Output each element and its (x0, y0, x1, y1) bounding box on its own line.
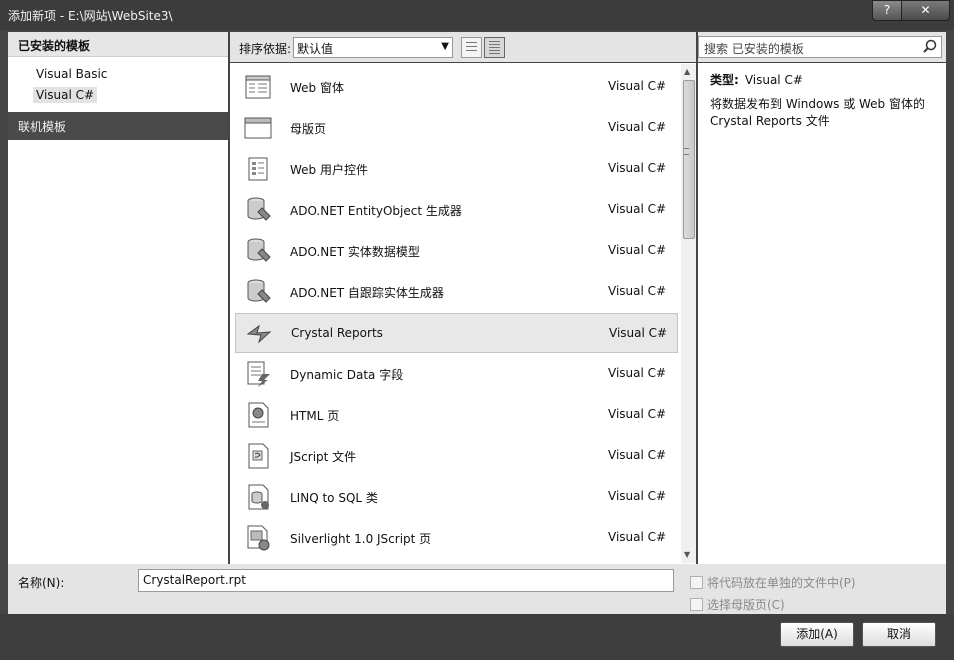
template-item-dynamic-data[interactable]: Dynamic Data 字段 Visual C# (235, 354, 678, 394)
template-item-ado-entity-data-model[interactable]: ADO.NET 实体数据模型 Visual C# (235, 231, 678, 271)
user-control-icon (248, 157, 268, 181)
template-list-scrollbar[interactable]: ▲ ▼ (681, 64, 696, 563)
cancel-button[interactable]: 取消 (862, 622, 936, 647)
jscript-file-icon (248, 443, 269, 469)
chevron-down-icon: ▼ (441, 41, 449, 52)
linq-to-sql-icon (248, 484, 269, 510)
scroll-up-icon[interactable]: ▲ (684, 67, 690, 76)
name-field[interactable]: CrystalReport.rpt (138, 569, 674, 592)
template-name: Web 窗体 (290, 81, 344, 95)
search-placeholder: 搜索 已安装的模板 (704, 42, 804, 56)
database-icon (247, 238, 271, 262)
template-language: Visual C# (608, 284, 667, 298)
description-text: 将数据发布到 Windows 或 Web 窗体的 Crystal Reports… (710, 97, 925, 128)
template-name: ADO.NET 自跟踪实体生成器 (290, 286, 444, 300)
template-language: Visual C# (608, 79, 667, 93)
template-name: Dynamic Data 字段 (290, 368, 404, 382)
template-name: Silverlight 1.0 JScript 页 (290, 532, 432, 546)
template-language: Visual C# (608, 243, 667, 257)
template-name: HTML 页 (290, 409, 340, 423)
template-name: ADO.NET EntityObject 生成器 (290, 204, 462, 218)
name-field-value: CrystalReport.rpt (143, 573, 246, 587)
template-categories-panel: 已安装的模板 Visual Basic Visual C# 联机模板 (8, 32, 228, 564)
separate-file-checkbox[interactable]: 将代码放在单独的文件中(P) (690, 574, 856, 591)
template-item-ado-entityobject[interactable]: ADO.NET EntityObject 生成器 Visual C# (235, 190, 678, 230)
template-language: Visual C# (608, 202, 667, 216)
name-area: 名称(N): CrystalReport.rpt 将代码放在单独的文件中(P) … (8, 564, 946, 614)
sidebar-item-visual-basic[interactable]: Visual Basic (36, 67, 107, 81)
template-name: 母版页 (290, 122, 327, 136)
type-value: Visual C# (744, 73, 803, 87)
list-view-button[interactable] (484, 37, 505, 58)
master-page-checkbox[interactable]: 选择母版页(C) (690, 596, 785, 613)
sort-dropdown-value: 默认值 (297, 42, 334, 56)
add-new-item-dialog: 添加新项 - E:\网站\WebSite3\ ? ✕ 已安装的模板 Visual… (0, 0, 954, 660)
template-item-ado-self-tracking[interactable]: ADO.NET 自跟踪实体生成器 Visual C# (235, 272, 678, 312)
checkbox-box[interactable] (690, 598, 703, 611)
template-item-web-user-control[interactable]: Web 用户控件 Visual C# (235, 149, 678, 189)
template-language: Visual C# (608, 120, 667, 134)
template-language: Visual C# (608, 489, 667, 503)
crystal-reports-icon (246, 324, 272, 344)
template-language: Visual C# (608, 407, 667, 421)
sidebar-item-visual-csharp[interactable]: Visual C# (33, 87, 98, 103)
template-list: Web 窗体 Visual C# 母版页 Visual C# Web 用户控件 … (230, 63, 696, 564)
search-icon[interactable] (922, 38, 938, 54)
scrollbar-thumb[interactable] (683, 80, 695, 239)
installed-templates-header[interactable]: 已安装的模板 (8, 32, 228, 57)
template-item-crystal-reports[interactable]: Crystal Reports Visual C# (235, 313, 678, 353)
title-bar: 添加新项 - E:\网站\WebSite3\ ? ✕ (0, 0, 954, 30)
web-form-icon (245, 75, 271, 99)
installed-templates-label: 已安装的模板 (18, 39, 91, 53)
close-button[interactable]: ✕ (901, 0, 950, 21)
template-item-jscript-file[interactable]: JScript 文件 Visual C# (235, 436, 678, 476)
online-templates-label: 联机模板 (18, 120, 67, 134)
template-description-panel: 类型: Visual C# 将数据发布到 Windows 或 Web 窗体的 Cr… (698, 63, 946, 564)
medium-icons-view-button[interactable] (461, 37, 482, 58)
sort-label: 排序依据: (239, 42, 292, 56)
template-item-web-form[interactable]: Web 窗体 Visual C# (235, 67, 678, 107)
template-language: Visual C# (608, 530, 667, 544)
sort-dropdown[interactable]: 默认值 ▼ (293, 37, 453, 58)
database-icon (247, 279, 271, 303)
checkbox-label: 选择母版页(C) (707, 598, 785, 612)
template-name: Web 用户控件 (290, 163, 368, 177)
silverlight-icon (247, 525, 270, 551)
template-language: Visual C# (608, 161, 667, 175)
template-item-master-page[interactable]: 母版页 Visual C# (235, 108, 678, 148)
database-icon (247, 197, 271, 221)
search-input[interactable]: 搜索 已安装的模板 (698, 36, 942, 58)
template-language: Visual C# (608, 448, 667, 462)
add-button[interactable]: 添加(A) (780, 622, 854, 647)
template-name: JScript 文件 (290, 450, 357, 464)
online-templates-header[interactable]: 联机模板 (8, 112, 228, 140)
template-type: 类型: Visual C# (710, 71, 803, 88)
template-name: Crystal Reports (291, 326, 383, 340)
checkbox-label: 将代码放在单独的文件中(P) (707, 576, 856, 590)
master-page-icon (244, 117, 272, 139)
scrollbar-grip (684, 148, 689, 155)
window-title: 添加新项 - E:\网站\WebSite3\ (8, 9, 173, 23)
checkbox-box[interactable] (690, 576, 703, 589)
help-button[interactable]: ? (872, 0, 902, 21)
template-item-html-page[interactable]: HTML 页 Visual C# (235, 395, 678, 435)
template-name: LINQ to SQL 类 (290, 491, 378, 505)
sort-toolbar: 排序依据: 默认值 ▼ (230, 32, 696, 62)
name-label: 名称(N): (18, 576, 65, 590)
search-area: 搜索 已安装的模板 (698, 32, 946, 62)
template-item-silverlight-jscript[interactable]: Silverlight 1.0 JScript 页 Visual C# (235, 518, 678, 558)
scroll-down-icon[interactable]: ▼ (684, 550, 690, 559)
template-item-linq-to-sql[interactable]: LINQ to SQL 类 Visual C# (235, 477, 678, 517)
template-name: ADO.NET 实体数据模型 (290, 245, 420, 259)
type-label: 类型: (710, 73, 739, 87)
dynamic-data-icon (247, 361, 270, 387)
html-page-icon (248, 402, 269, 428)
template-language: Visual C# (608, 366, 667, 380)
template-language: Visual C# (609, 326, 668, 340)
